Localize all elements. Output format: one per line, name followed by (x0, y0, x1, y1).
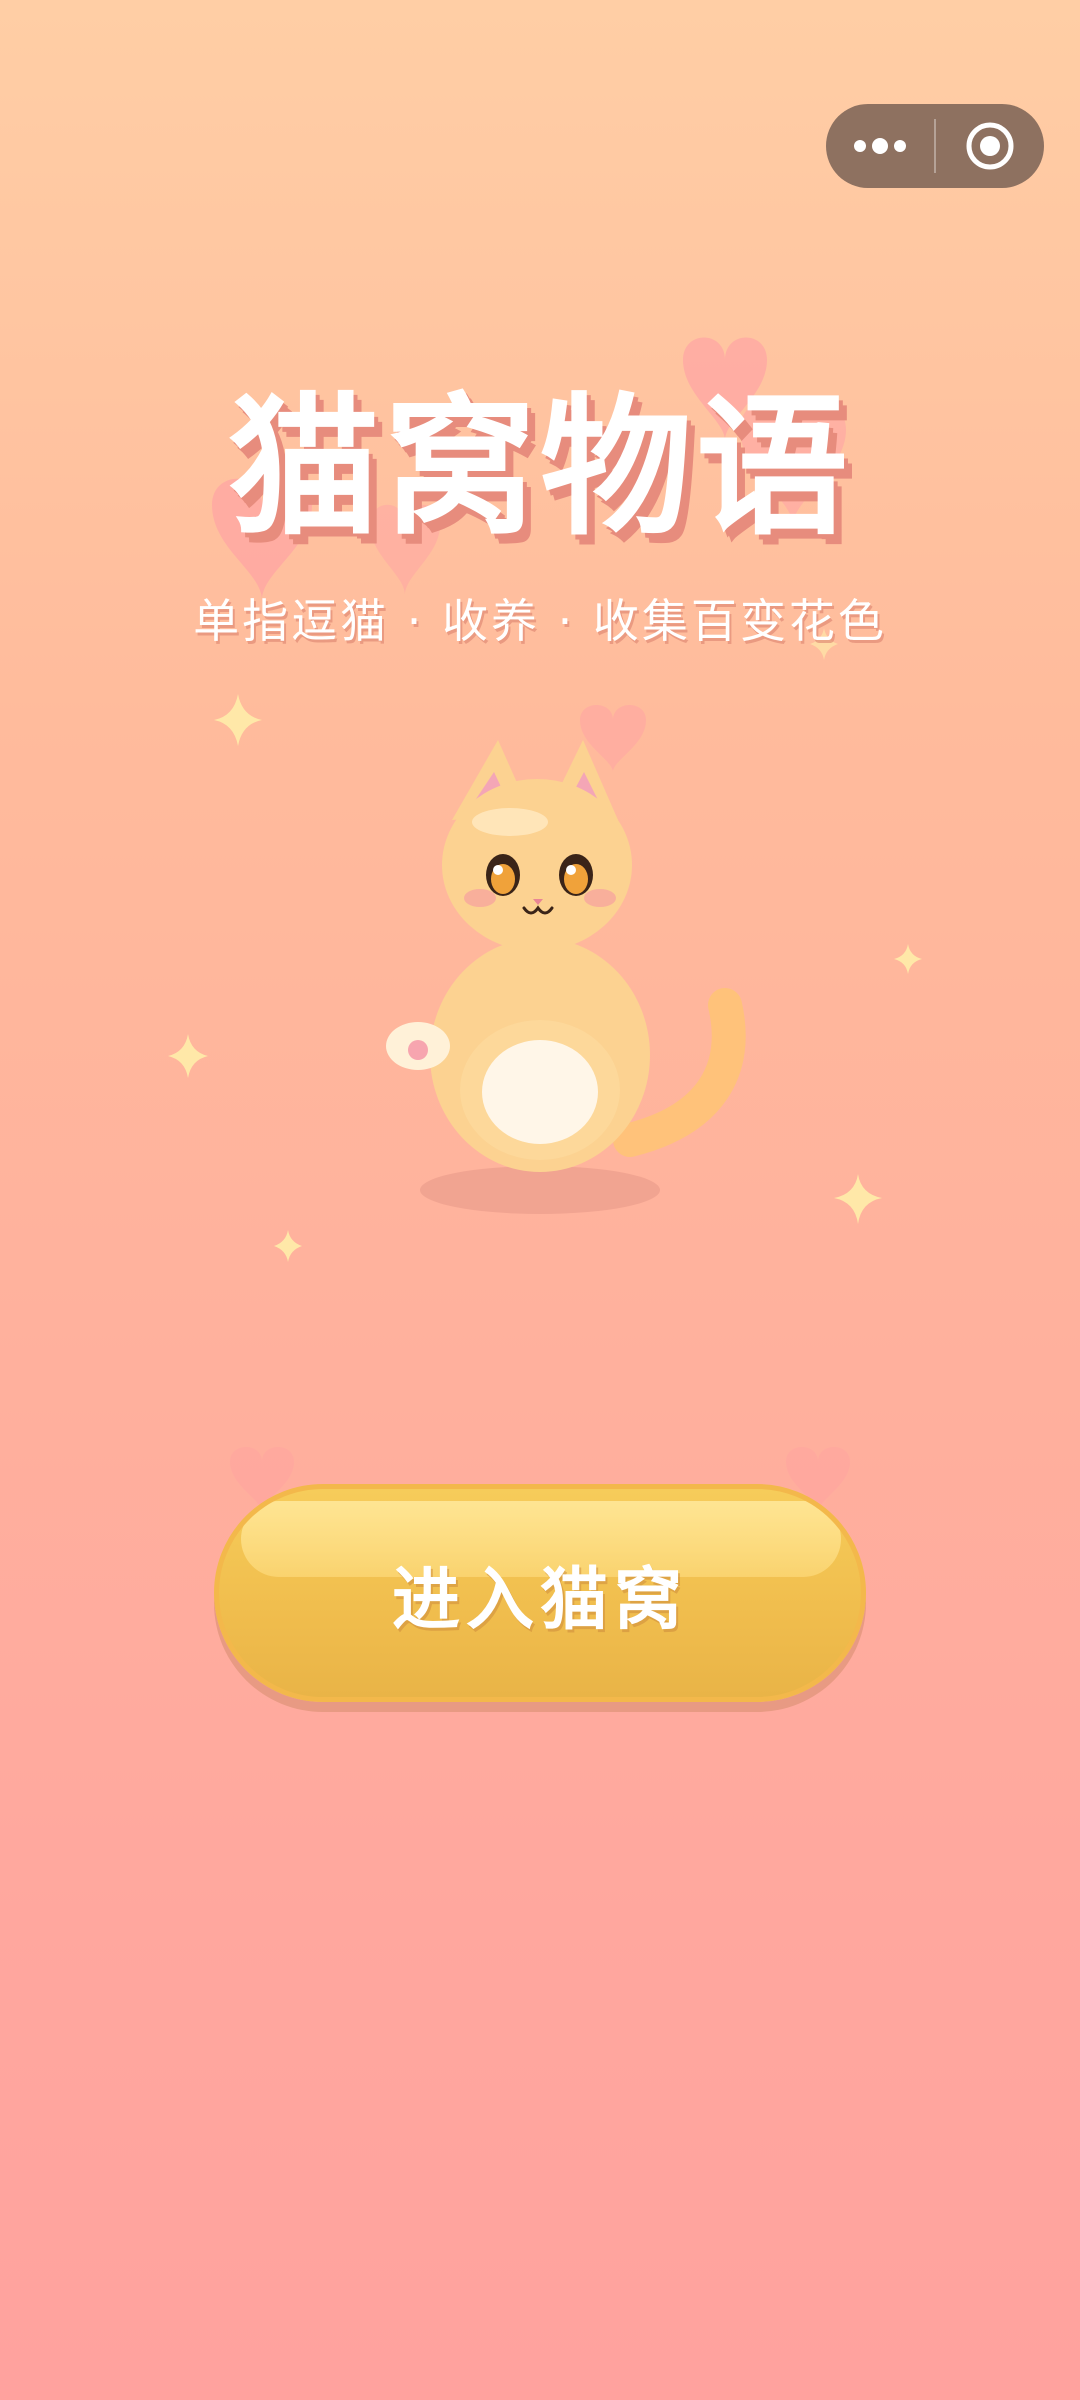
close-button[interactable] (936, 104, 1044, 188)
more-dots-icon (854, 138, 906, 154)
target-circle-icon (966, 122, 1014, 170)
app-title: 猫窝物语 (228, 379, 852, 556)
sparkle-icon (274, 1230, 302, 1262)
cat-shadow (420, 1166, 660, 1214)
app-subtitle: 单指逗猫 · 收养 · 收集百变花色 (193, 594, 887, 648)
more-button[interactable] (826, 104, 934, 188)
cat-head (442, 779, 632, 951)
cat-belly (482, 1040, 598, 1144)
sparkle-icon (894, 944, 922, 974)
cat-illustration (386, 740, 746, 1214)
enter-button-label: 进入猫窝 (391, 1560, 688, 1640)
sparkle-icon (834, 1174, 882, 1224)
miniprogram-capsule (826, 104, 1044, 188)
sparkle-icon (214, 694, 262, 746)
enter-cat-house-button[interactable]: 进入猫窝 (214, 1484, 866, 1702)
sparkle-icon (168, 1034, 208, 1078)
